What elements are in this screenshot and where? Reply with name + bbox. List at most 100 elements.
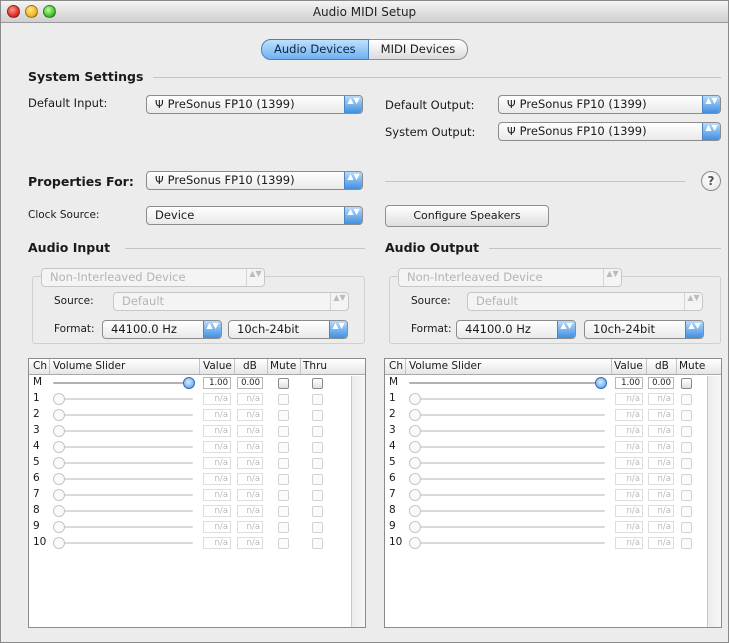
mute-checkbox[interactable] <box>681 394 692 405</box>
vertical-scrollbar[interactable] <box>351 376 365 627</box>
volume-slider[interactable] <box>409 414 605 416</box>
volume-slider[interactable] <box>409 478 605 480</box>
volume-slider-knob[interactable] <box>409 537 421 549</box>
mute-checkbox[interactable] <box>278 410 289 421</box>
thru-checkbox[interactable] <box>312 426 323 437</box>
mute-checkbox[interactable] <box>278 426 289 437</box>
mute-checkbox[interactable] <box>278 442 289 453</box>
db-field[interactable]: 0.00 <box>237 377 263 389</box>
volume-slider[interactable] <box>409 494 605 496</box>
mute-checkbox[interactable] <box>681 538 692 549</box>
mute-checkbox[interactable] <box>278 458 289 469</box>
mute-checkbox[interactable] <box>278 538 289 549</box>
volume-slider-knob[interactable] <box>53 505 65 517</box>
audio-output-interleave-popup[interactable]: Non-Interleaved Device ▲▼ <box>398 268 622 287</box>
properties-for-popup[interactable]: Ψ PreSonus FP10 (1399) ▲▼ <box>146 171 363 190</box>
volume-slider-knob[interactable] <box>53 537 65 549</box>
mute-checkbox[interactable] <box>681 506 692 517</box>
mute-checkbox[interactable] <box>681 426 692 437</box>
tab-midi-devices[interactable]: MIDI Devices <box>368 39 469 60</box>
volume-slider[interactable] <box>409 382 605 384</box>
volume-slider[interactable] <box>409 446 605 448</box>
volume-slider-knob[interactable] <box>53 473 65 485</box>
tab-audio-devices[interactable]: Audio Devices <box>261 39 369 60</box>
default-input-popup[interactable]: Ψ PreSonus FP10 (1399) ▲▼ <box>146 95 363 114</box>
audio-input-bits-popup[interactable]: 10ch-24bit ▲▼ <box>228 320 348 339</box>
audio-input-interleave-popup[interactable]: Non-Interleaved Device ▲▼ <box>41 268 265 287</box>
volume-slider-knob[interactable] <box>53 441 65 453</box>
db-field[interactable]: 0.00 <box>648 377 674 389</box>
volume-slider-knob[interactable] <box>409 521 421 533</box>
thru-checkbox[interactable] <box>312 522 323 533</box>
mute-checkbox[interactable] <box>681 378 692 389</box>
volume-slider-knob[interactable] <box>409 425 421 437</box>
volume-slider[interactable] <box>409 398 605 400</box>
thru-checkbox[interactable] <box>312 458 323 469</box>
volume-slider-knob[interactable] <box>53 393 65 405</box>
volume-slider-knob[interactable] <box>595 377 607 389</box>
mute-checkbox[interactable] <box>278 506 289 517</box>
audio-output-rate-popup[interactable]: 44100.0 Hz ▲▼ <box>456 320 576 339</box>
volume-slider-knob[interactable] <box>53 521 65 533</box>
volume-slider-knob[interactable] <box>409 457 421 469</box>
volume-slider[interactable] <box>53 430 193 432</box>
clock-source-popup[interactable]: Device ▲▼ <box>146 206 363 225</box>
volume-slider-knob[interactable] <box>53 425 65 437</box>
volume-slider[interactable] <box>53 510 193 512</box>
audio-output-bits-popup[interactable]: 10ch-24bit ▲▼ <box>584 320 704 339</box>
volume-slider[interactable] <box>53 462 193 464</box>
mute-checkbox[interactable] <box>681 522 692 533</box>
volume-slider-knob[interactable] <box>409 409 421 421</box>
configure-speakers-button[interactable]: Configure Speakers <box>385 205 549 227</box>
volume-slider[interactable] <box>53 398 193 400</box>
thru-checkbox[interactable] <box>312 490 323 501</box>
volume-slider[interactable] <box>53 414 193 416</box>
volume-slider-knob[interactable] <box>53 489 65 501</box>
volume-slider-knob[interactable] <box>409 441 421 453</box>
thru-checkbox[interactable] <box>312 410 323 421</box>
volume-slider-knob[interactable] <box>409 473 421 485</box>
mute-checkbox[interactable] <box>681 458 692 469</box>
volume-slider[interactable] <box>53 526 193 528</box>
volume-slider[interactable] <box>53 478 193 480</box>
thru-checkbox[interactable] <box>312 442 323 453</box>
thru-checkbox[interactable] <box>312 538 323 549</box>
thru-checkbox[interactable] <box>312 378 323 389</box>
value-field[interactable]: 1.00 <box>203 377 231 389</box>
mute-checkbox[interactable] <box>681 474 692 485</box>
volume-slider[interactable] <box>409 462 605 464</box>
mute-checkbox[interactable] <box>278 394 289 405</box>
mute-checkbox[interactable] <box>681 410 692 421</box>
mute-checkbox[interactable] <box>278 490 289 501</box>
mute-checkbox[interactable] <box>278 378 289 389</box>
volume-slider[interactable] <box>409 430 605 432</box>
volume-slider[interactable] <box>409 542 605 544</box>
audio-input-rate-popup[interactable]: 44100.0 Hz ▲▼ <box>102 320 222 339</box>
thru-checkbox[interactable] <box>312 394 323 405</box>
volume-slider[interactable] <box>53 494 193 496</box>
volume-slider[interactable] <box>53 542 193 544</box>
audio-input-source-popup[interactable]: Default ▲▼ <box>113 292 349 311</box>
help-button[interactable]: ? <box>701 171 721 191</box>
mute-checkbox[interactable] <box>278 474 289 485</box>
volume-slider[interactable] <box>409 510 605 512</box>
volume-slider[interactable] <box>409 526 605 528</box>
volume-slider-knob[interactable] <box>409 393 421 405</box>
value-field[interactable]: 1.00 <box>615 377 643 389</box>
mute-checkbox[interactable] <box>681 442 692 453</box>
mute-checkbox[interactable] <box>278 522 289 533</box>
default-output-popup[interactable]: Ψ PreSonus FP10 (1399) ▲▼ <box>498 95 721 114</box>
mute-checkbox[interactable] <box>681 490 692 501</box>
volume-slider-knob[interactable] <box>409 505 421 517</box>
volume-slider-knob[interactable] <box>183 377 195 389</box>
thru-checkbox[interactable] <box>312 474 323 485</box>
volume-slider[interactable] <box>53 382 193 384</box>
volume-slider[interactable] <box>53 446 193 448</box>
volume-slider-knob[interactable] <box>53 457 65 469</box>
volume-slider-knob[interactable] <box>53 409 65 421</box>
volume-slider-knob[interactable] <box>409 489 421 501</box>
system-output-popup[interactable]: Ψ PreSonus FP10 (1399) ▲▼ <box>498 122 721 141</box>
vertical-scrollbar[interactable] <box>707 376 721 627</box>
audio-output-source-popup[interactable]: Default ▲▼ <box>467 292 703 311</box>
thru-checkbox[interactable] <box>312 506 323 517</box>
